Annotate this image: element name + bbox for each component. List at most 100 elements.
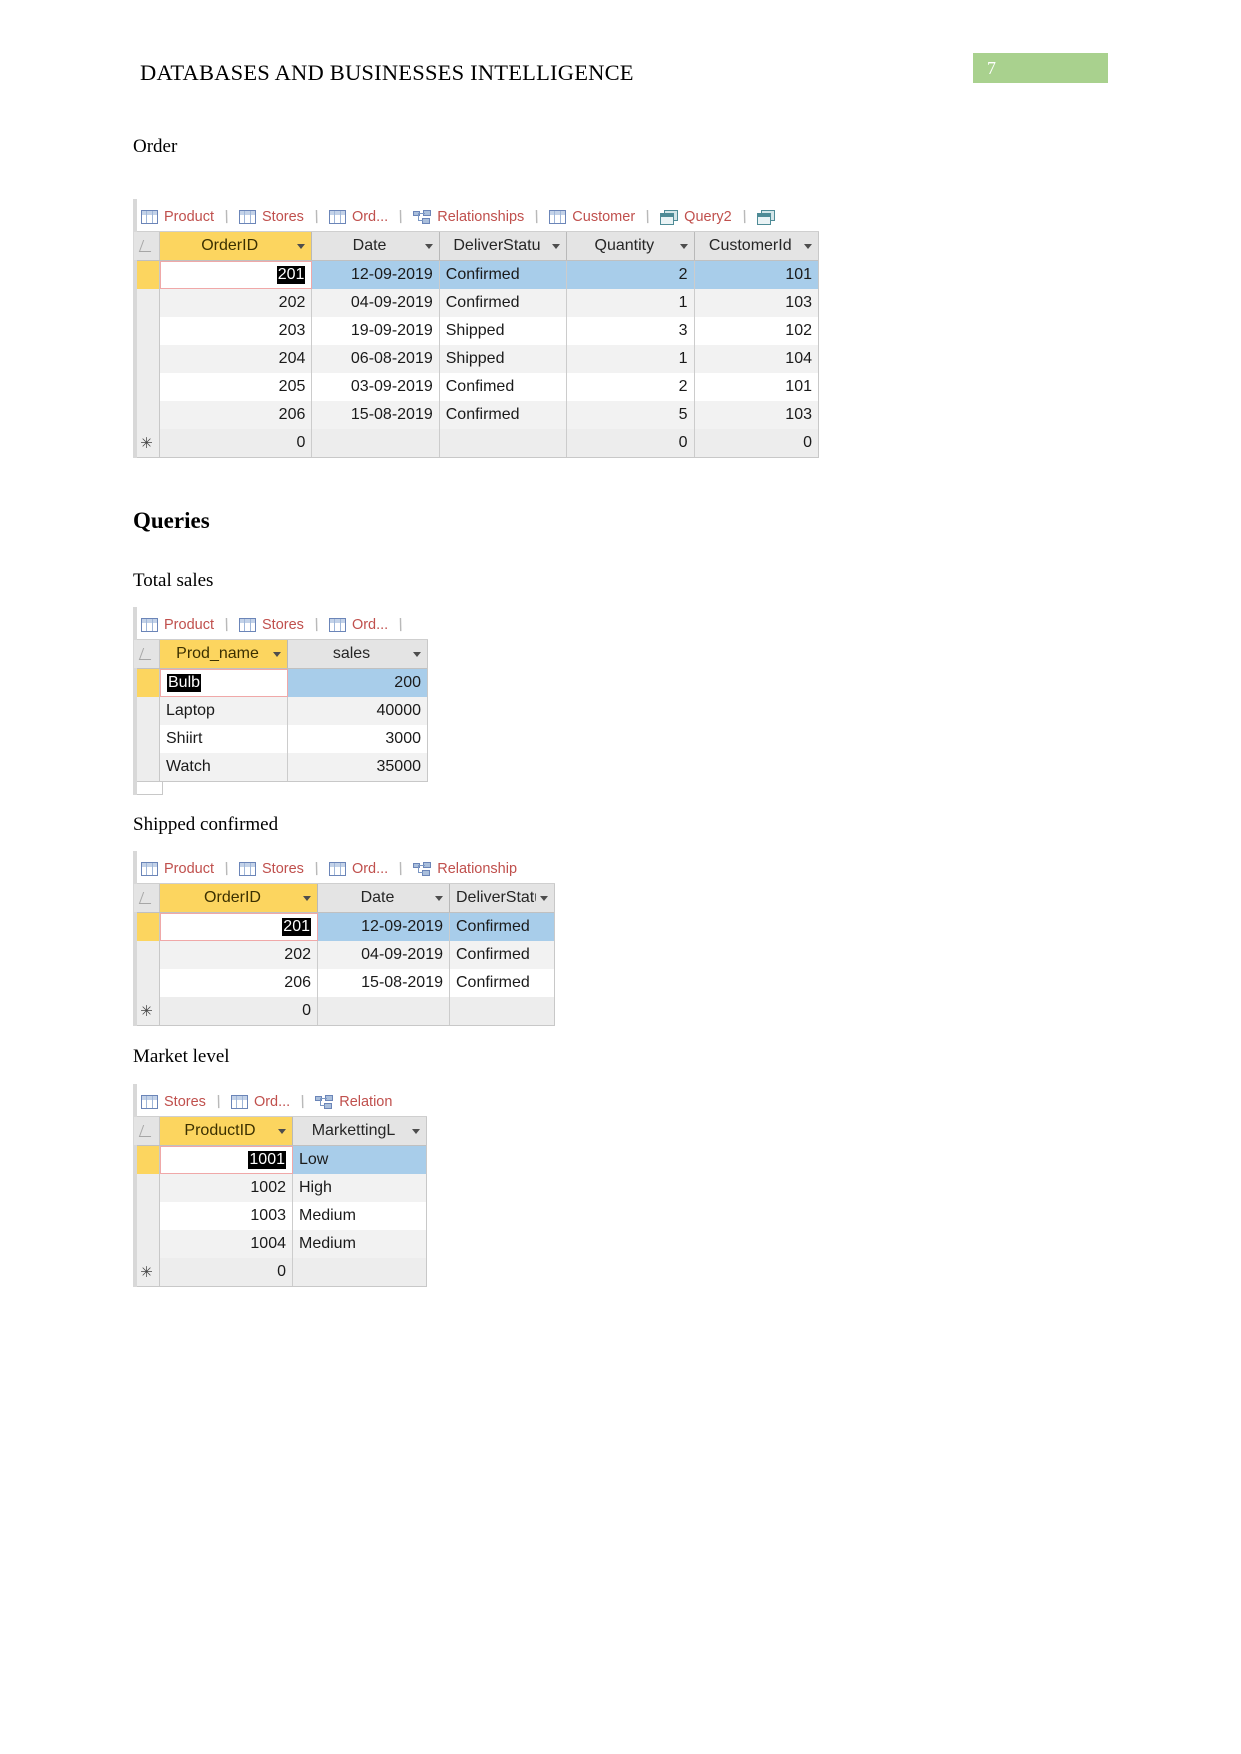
cell-productid[interactable]: 1001 (160, 1146, 293, 1174)
row-selector[interactable] (134, 969, 160, 997)
tab-relation[interactable]: Relation (309, 1089, 396, 1116)
table-row[interactable]: 206 15-08-2019 Confirmed 5 103 (134, 401, 818, 429)
table-row[interactable]: 1003 Medium (134, 1202, 426, 1230)
order-tabbar[interactable]: Product \ Stores \ Ord... \ Relationship… (133, 199, 819, 232)
cell-deliverstatus[interactable]: Confirmed (439, 401, 568, 429)
row-selector[interactable] (134, 725, 160, 753)
cell-customerid[interactable]: 104 (694, 345, 818, 373)
new-record-row[interactable]: ✳ 0 0 0 (134, 429, 818, 457)
table-row[interactable]: 202 04-09-2019 Confirmed 1 103 (134, 289, 818, 317)
cell-customerid[interactable]: 103 (694, 289, 818, 317)
cell-marketinglevel[interactable] (293, 1258, 426, 1286)
cell-deliverstatus[interactable]: Shipped (440, 317, 568, 345)
cell-date[interactable]: 06-08-2019 (312, 345, 440, 373)
tab-product[interactable]: Product \ (135, 204, 233, 231)
cell-date[interactable]: 15-08-2019 (318, 969, 450, 997)
cell-deliverstatus[interactable]: Confirmed (450, 969, 554, 997)
market-level-tabbar[interactable]: Stores \ Ord... \ Relation (133, 1084, 427, 1117)
cell-sales[interactable]: 3000 (288, 725, 427, 753)
select-all-corner[interactable] (134, 232, 160, 260)
select-all-corner[interactable] (134, 1117, 160, 1145)
row-selector[interactable] (134, 1174, 160, 1202)
row-selector[interactable] (134, 753, 160, 781)
cell-orderid[interactable]: 203 (160, 317, 313, 345)
new-record-row[interactable]: ✳ 0 (134, 1258, 426, 1286)
table-row[interactable]: 1002 High (134, 1174, 426, 1202)
chevron-down-icon[interactable] (413, 651, 421, 657)
cell-deliverstatus[interactable]: Confirmed (450, 941, 554, 969)
cell-deliverstatus[interactable]: Confirmed (450, 913, 554, 941)
row-selector[interactable] (134, 401, 160, 429)
cell-date[interactable]: 12-09-2019 (312, 261, 440, 289)
column-header-marketinglevel[interactable]: MarkettingL (293, 1117, 426, 1145)
cell-productid[interactable]: 1004 (160, 1230, 293, 1258)
column-header-orderid[interactable]: OrderID (160, 884, 318, 912)
cell-orderid[interactable]: 0 (160, 429, 313, 457)
row-selector[interactable] (134, 345, 160, 373)
cell-quantity[interactable]: 1 (567, 289, 695, 317)
cell-prod-name[interactable]: Bulb (160, 669, 288, 697)
table-row[interactable]: 201 12-09-2019 Confirmed (134, 913, 554, 941)
cell-orderid[interactable]: 205 (160, 373, 313, 401)
tab-order[interactable]: Ord... \ (225, 1089, 309, 1116)
cell-date[interactable]: 12-09-2019 (318, 913, 450, 941)
chevron-down-icon[interactable] (552, 243, 561, 249)
row-selector[interactable] (134, 261, 160, 289)
total-sales-tabbar[interactable]: Product \ Stores \ Ord... \ (133, 607, 428, 640)
cell-customerid[interactable]: 102 (695, 317, 819, 345)
cell-quantity[interactable]: 2 (567, 373, 695, 401)
column-header-deliverstatus[interactable]: DeliverStatu (439, 232, 568, 260)
row-selector[interactable] (134, 913, 160, 941)
row-selector[interactable] (134, 669, 160, 697)
cell-orderid[interactable]: 206 (160, 401, 313, 429)
table-row[interactable]: 203 19-09-2019 Shipped 3 102 (134, 317, 818, 345)
cell-sales[interactable]: 200 (288, 669, 427, 697)
chevron-down-icon[interactable] (804, 243, 812, 249)
cell-orderid[interactable]: 201 (160, 261, 313, 289)
cell-deliverstatus[interactable]: Confirmed (439, 289, 568, 317)
column-header-productid[interactable]: ProductID (160, 1117, 293, 1145)
cell-prod-name[interactable]: Watch (160, 753, 288, 781)
tab-stores[interactable]: Stores \ (233, 204, 323, 231)
table-row[interactable]: 201 12-09-2019 Confirmed 2 101 (134, 261, 819, 289)
cell-quantity[interactable]: 3 (567, 317, 695, 345)
cell-marketinglevel[interactable]: High (293, 1174, 426, 1202)
new-record-marker[interactable]: ✳ (134, 997, 160, 1025)
cell-customerid[interactable]: 103 (694, 401, 818, 429)
tab-product[interactable]: Product \ (135, 612, 233, 639)
cell-date[interactable]: 15-08-2019 (312, 401, 440, 429)
cell-date[interactable]: 19-09-2019 (312, 317, 440, 345)
tab-relationships[interactable]: Relationships \ (407, 204, 543, 231)
column-header-customerid[interactable]: CustomerId (694, 232, 818, 260)
cell-customerid[interactable]: 0 (694, 429, 818, 457)
cell-productid[interactable]: 1003 (160, 1202, 293, 1230)
cell-customerid[interactable]: 101 (695, 373, 819, 401)
table-row[interactable]: 204 06-08-2019 Shipped 1 104 (134, 345, 818, 373)
cell-orderid[interactable]: 202 (160, 941, 318, 969)
column-header-deliverstatus[interactable]: DeliverStatu (450, 884, 554, 912)
cell-orderid[interactable]: 202 (160, 289, 313, 317)
table-row[interactable]: Bulb 200 (134, 669, 427, 697)
table-row[interactable]: Watch 35000 (134, 753, 427, 781)
cell-deliverstatus[interactable]: Confimed (440, 373, 568, 401)
chevron-down-icon[interactable] (412, 1128, 420, 1134)
row-selector[interactable] (134, 1202, 160, 1230)
cell-productid[interactable]: 0 (160, 1258, 293, 1286)
cell-deliverstatus[interactable]: Shipped (439, 345, 568, 373)
cell-orderid[interactable]: 206 (160, 969, 318, 997)
shipped-confirmed-tabbar[interactable]: Product \ Stores \ Ord... \ Relationship (133, 851, 555, 884)
column-header-prod-name[interactable]: Prod_name (160, 640, 288, 668)
cell-orderid[interactable]: 201 (160, 913, 318, 941)
table-row[interactable]: 205 03-09-2019 Confimed 2 101 (134, 373, 818, 401)
cell-deliverstatus[interactable]: Confirmed (439, 261, 568, 289)
table-row[interactable]: 206 15-08-2019 Confirmed (134, 969, 554, 997)
cell-orderid[interactable]: 0 (160, 997, 318, 1025)
row-selector[interactable] (134, 1146, 160, 1174)
chevron-down-icon[interactable] (273, 651, 281, 657)
table-row[interactable]: Laptop 40000 (134, 697, 427, 725)
cell-date[interactable]: 04-09-2019 (312, 289, 440, 317)
chevron-down-icon[interactable] (540, 895, 548, 901)
chevron-down-icon[interactable] (424, 243, 433, 249)
row-selector[interactable] (134, 317, 160, 345)
cell-quantity[interactable]: 2 (567, 261, 695, 289)
